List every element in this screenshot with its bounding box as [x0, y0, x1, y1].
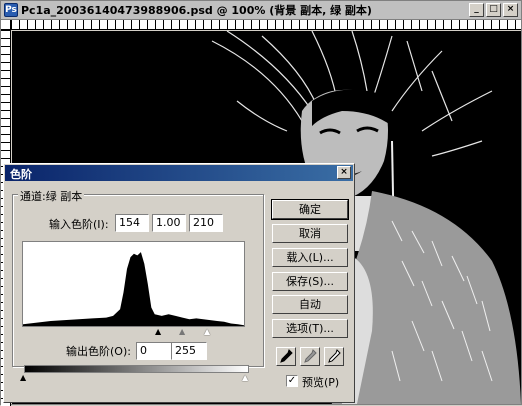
options-button[interactable]: 选项(T)... [272, 319, 348, 338]
levels-dialog: 色阶 × 通道:绿 副本 输入色阶(I): 154 1.00 210 ▲ ▲ ▲… [3, 163, 355, 403]
preview-checkbox[interactable]: ✓ [286, 375, 298, 387]
gray-eyedropper-icon [304, 349, 317, 363]
horizontal-ruler[interactable] [11, 20, 521, 30]
output-white-slider[interactable]: ▲ [242, 374, 248, 382]
input-black-field[interactable]: 154 [115, 214, 149, 232]
document-title: Pc1a_20036140473988906.psd @ 100% (背景 副本… [21, 4, 372, 17]
input-black-slider[interactable]: ▲ [155, 328, 161, 336]
dialog-close-button[interactable]: × [337, 166, 351, 179]
dialog-title: 色阶 [10, 168, 32, 181]
minimize-button[interactable]: _ [469, 3, 484, 17]
save-button[interactable]: 保存(S)... [272, 272, 348, 291]
input-white-slider[interactable]: ▲ [204, 328, 210, 336]
black-eyedropper-icon [280, 349, 293, 363]
document-titlebar[interactable]: Ps Pc1a_20036140473988906.psd @ 100% (背景… [1, 1, 521, 20]
white-eyedropper-icon [328, 349, 341, 363]
ruler-origin[interactable] [1, 20, 11, 30]
output-levels-label: 输出色阶(O): [66, 345, 131, 358]
input-gamma-field[interactable]: 1.00 [152, 214, 186, 232]
load-button[interactable]: 载入(L)... [272, 248, 348, 267]
preview-label[interactable]: 预览(P) [302, 374, 339, 390]
output-black-slider[interactable]: ▲ [20, 374, 26, 382]
maximize-button[interactable]: □ [486, 3, 501, 17]
histogram-area [23, 252, 244, 326]
output-gradient-bar [24, 365, 249, 373]
dialog-titlebar[interactable]: 色阶 × [5, 165, 353, 181]
close-button[interactable]: × [503, 3, 518, 17]
black-eyedropper-button[interactable] [276, 347, 296, 366]
photoshop-doc-icon: Ps [4, 3, 18, 17]
cancel-button[interactable]: 取消 [272, 224, 348, 243]
output-black-field[interactable]: 0 [136, 342, 172, 360]
input-white-field[interactable]: 210 [189, 214, 223, 232]
input-levels-label: 输入色阶(I): [49, 218, 109, 231]
auto-button[interactable]: 自动 [272, 295, 348, 314]
histogram [22, 241, 245, 327]
histogram-chart [23, 252, 244, 326]
ok-button[interactable]: 确定 [271, 199, 349, 220]
output-white-field[interactable]: 255 [171, 342, 207, 360]
input-gamma-slider[interactable]: ▲ [179, 328, 185, 336]
window-controls: _ □ × [469, 3, 518, 17]
gray-eyedropper-button[interactable] [300, 347, 320, 366]
channel-label[interactable]: 通道:绿 副本 [18, 188, 85, 204]
white-eyedropper-button[interactable] [324, 347, 344, 366]
